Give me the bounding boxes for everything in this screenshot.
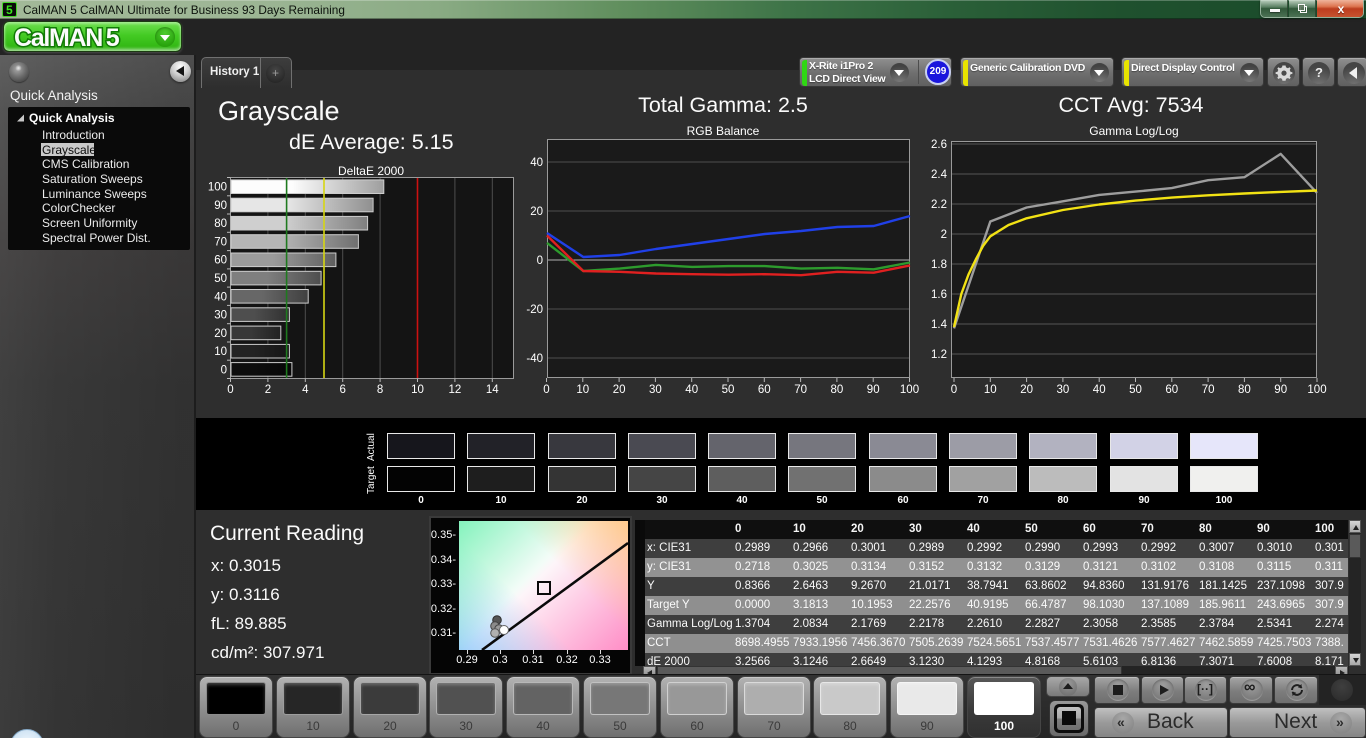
svg-text:0: 0 [543,384,549,396]
svg-text:2.4: 2.4 [931,169,948,181]
svg-text:40: 40 [685,384,698,396]
svg-text:80: 80 [214,218,227,230]
svg-text:0: 0 [951,384,957,396]
svg-text:1.8: 1.8 [931,259,947,271]
svg-text:10: 10 [411,384,424,396]
svg-text:70: 70 [1202,384,1215,396]
svg-text:60: 60 [758,384,771,396]
svg-text:1.2: 1.2 [931,349,947,361]
svg-text:90: 90 [867,384,880,396]
svg-text:14: 14 [486,384,499,396]
svg-text:20: 20 [1020,384,1033,396]
svg-text:50: 50 [1129,384,1142,396]
svg-text:90: 90 [214,200,227,212]
svg-text:30: 30 [214,310,227,322]
svg-text:10: 10 [576,384,589,396]
svg-text:2: 2 [941,229,947,241]
svg-text:1.4: 1.4 [931,319,948,331]
svg-text:6: 6 [339,384,345,396]
svg-text:-20: -20 [526,304,543,316]
svg-text:60: 60 [214,255,227,267]
svg-text:0: 0 [227,384,233,396]
svg-text:DeltaE 2000: DeltaE 2000 [338,164,404,178]
svg-text:20: 20 [214,328,227,340]
svg-text:100: 100 [1307,384,1326,396]
svg-text:80: 80 [1238,384,1251,396]
svg-text:40: 40 [1093,384,1106,396]
svg-text:30: 30 [649,384,662,396]
svg-text:60: 60 [1165,384,1178,396]
svg-text:80: 80 [831,384,844,396]
svg-text:0: 0 [537,255,543,267]
svg-text:1.6: 1.6 [931,289,947,301]
svg-text:10: 10 [214,346,227,358]
svg-text:100: 100 [208,182,227,194]
svg-text:2: 2 [265,384,271,396]
svg-text:0: 0 [221,364,227,376]
svg-text:50: 50 [722,384,735,396]
svg-text:100: 100 [900,384,919,396]
svg-text:12: 12 [449,384,462,396]
svg-text:40: 40 [214,291,227,303]
svg-text:50: 50 [214,273,227,285]
svg-text:2.6: 2.6 [931,139,947,151]
svg-text:20: 20 [613,384,626,396]
svg-text:4: 4 [302,384,309,396]
svg-text:Gamma Log/Log: Gamma Log/Log [1089,124,1178,138]
svg-text:70: 70 [794,384,807,396]
svg-text:90: 90 [1274,384,1287,396]
svg-text:8: 8 [377,384,383,396]
svg-text:30: 30 [1057,384,1070,396]
svg-text:10: 10 [984,384,997,396]
svg-text:70: 70 [214,237,227,249]
svg-text:40: 40 [530,157,543,169]
svg-text:20: 20 [530,206,543,218]
svg-text:-40: -40 [526,353,543,365]
svg-text:2.2: 2.2 [931,199,947,211]
svg-text:RGB Balance: RGB Balance [687,124,760,138]
